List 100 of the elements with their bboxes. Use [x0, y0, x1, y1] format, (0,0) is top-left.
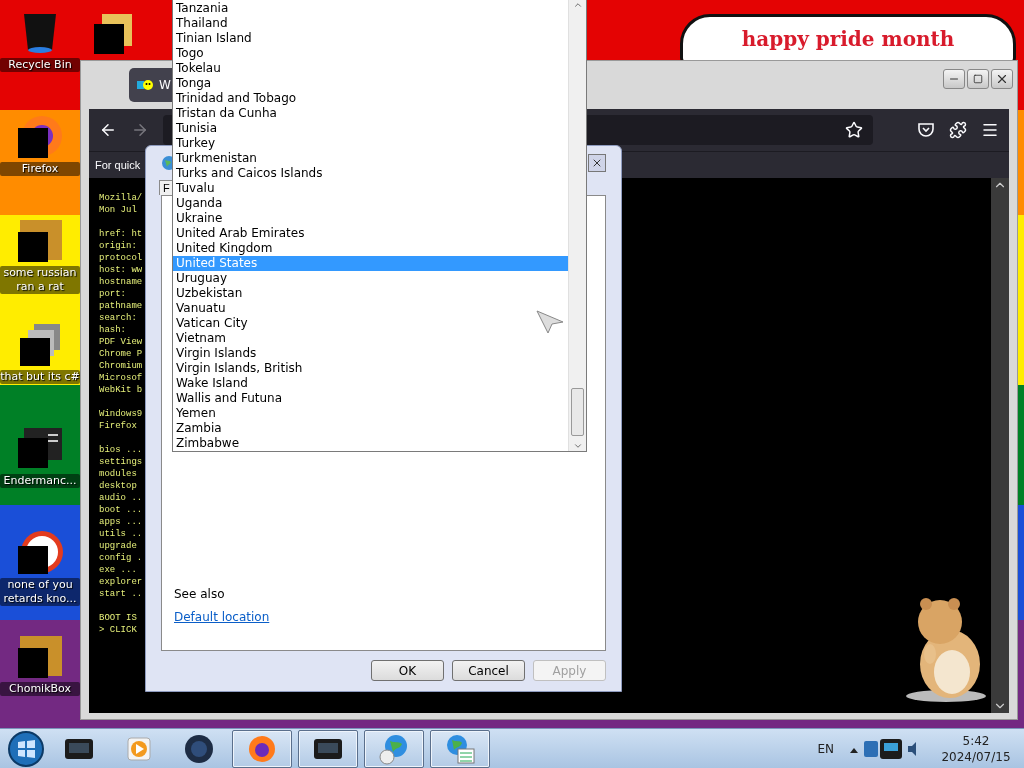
- terminal-line: audio ..: [99, 492, 143, 504]
- notification-text: For quick: [95, 159, 141, 171]
- scrollbar[interactable]: [991, 178, 1009, 713]
- terminal-line: pathname: [99, 300, 143, 312]
- scrollbar[interactable]: [568, 0, 586, 451]
- country-option[interactable]: Uganda: [173, 196, 568, 211]
- puzzle-icon[interactable]: [949, 121, 967, 139]
- terminal-line: protocol: [99, 252, 143, 264]
- terminal-line: apps ...: [99, 516, 143, 528]
- country-option[interactable]: Tristan da Cunha: [173, 106, 568, 121]
- dialog-button[interactable]: OK: [371, 660, 444, 681]
- terminal-line: WebKit b: [99, 384, 143, 396]
- terminal-line: BOOT IS: [99, 612, 138, 624]
- menu-icon[interactable]: [981, 121, 999, 139]
- terminal-line: Microsof: [99, 372, 143, 384]
- maximize-icon: [973, 74, 983, 84]
- taskbar-button[interactable]: [232, 729, 292, 768]
- monitor-icon: [64, 736, 94, 761]
- close-button[interactable]: [588, 154, 606, 172]
- see-also-label: See also: [174, 587, 226, 601]
- close-icon: [995, 72, 1009, 86]
- terminal-line: settings: [99, 456, 143, 468]
- taskbar-button[interactable]: [298, 729, 358, 768]
- country-option[interactable]: United Kingdom: [173, 241, 568, 256]
- terminal-line: hash:: [99, 324, 127, 336]
- country-option[interactable]: Tunisia: [173, 121, 568, 136]
- globe-checklist-icon: [444, 732, 476, 765]
- country-option[interactable]: Togo: [173, 46, 568, 61]
- country-option[interactable]: Tuvalu: [173, 181, 568, 196]
- terminal-line: explorer: [99, 576, 143, 588]
- terminal-line: Mon Jul: [99, 204, 138, 216]
- bookmark-star-icon[interactable]: [845, 121, 863, 139]
- country-option[interactable]: Tinian Island: [173, 31, 568, 46]
- terminal-line: port:: [99, 288, 127, 300]
- terminal-line: utils ..: [99, 528, 143, 540]
- country-option[interactable]: Tanzania: [173, 1, 568, 16]
- icon-label: Recycle Bin: [0, 58, 80, 72]
- icon-label: none of you retards kno...: [0, 578, 80, 606]
- country-option[interactable]: Turkey: [173, 136, 568, 151]
- terminal-line: modules: [99, 468, 138, 480]
- terminal-line: exe ...: [99, 564, 138, 576]
- maximize-button[interactable]: [967, 69, 989, 89]
- country-option[interactable]: Yemen: [173, 406, 568, 421]
- icon-label: Endermanc...: [0, 474, 80, 488]
- terminal-line: start ..: [99, 588, 143, 600]
- terminal-line: search:: [99, 312, 138, 324]
- cursor-icon: [536, 310, 564, 334]
- country-option[interactable]: Thailand: [173, 16, 568, 31]
- terminal-line: Chrome P: [99, 348, 143, 360]
- scroll-down-icon[interactable]: [572, 441, 583, 451]
- terminal-line: PDF View: [99, 336, 143, 348]
- globe-clock-icon: [378, 732, 410, 765]
- dialog-button[interactable]: Cancel: [452, 660, 525, 681]
- clock[interactable]: 5:42 2024/07/15: [936, 732, 1016, 765]
- country-option[interactable]: Virgin Islands: [173, 346, 568, 361]
- terminal-line: host: ww: [99, 264, 143, 276]
- terminal-line: hostname: [99, 276, 143, 288]
- country-option[interactable]: Vietnam: [173, 331, 568, 346]
- country-option[interactable]: Wake Island: [173, 376, 568, 391]
- country-option[interactable]: Uzbekistan: [173, 286, 568, 301]
- media-player-icon: [126, 735, 152, 762]
- terminal-line: > CLICK: [99, 624, 138, 636]
- terminal-line: Windows9: [99, 408, 143, 420]
- country-option[interactable]: Virgin Islands, British: [173, 361, 568, 376]
- terminal-line: upgrade: [99, 540, 138, 552]
- terminal-line: config .: [99, 552, 143, 564]
- country-option[interactable]: Vanuatu: [173, 301, 568, 316]
- terminal-line: origin:: [99, 240, 138, 252]
- country-option[interactable]: Wallis and Futuna: [173, 391, 568, 406]
- close-button[interactable]: [991, 69, 1013, 89]
- country-option[interactable]: Zimbabwe: [173, 436, 568, 451]
- icon-label: some russian ran a rat: [0, 266, 80, 294]
- minimize-button[interactable]: [943, 69, 965, 89]
- country-option[interactable]: Turkmenistan: [173, 151, 568, 166]
- back-icon[interactable]: [99, 121, 117, 139]
- terminal-line: boot ...: [99, 504, 143, 516]
- forward-icon[interactable]: [131, 121, 149, 139]
- terminal-line: desktop: [99, 480, 138, 492]
- country-option[interactable]: Vatican City: [173, 316, 568, 331]
- smiley-icon: [137, 78, 153, 92]
- monitor-icon: [313, 736, 343, 761]
- country-option[interactable]: Ukraine: [173, 211, 568, 226]
- start-orb-icon[interactable]: [6, 729, 46, 768]
- scroll-thumb[interactable]: [571, 388, 584, 436]
- default-location-link[interactable]: Default location: [174, 610, 270, 624]
- icon-label: that but its c#: [0, 370, 80, 384]
- sphere-icon: [184, 733, 214, 764]
- country-option[interactable]: United Arab Emirates: [173, 226, 568, 241]
- terminal-line: Firefox: [99, 420, 138, 432]
- close-icon: [591, 157, 603, 169]
- country-option[interactable]: Uruguay: [173, 271, 568, 286]
- terminal-line: href: ht: [99, 228, 143, 240]
- country-option[interactable]: Turks and Caicos Islands: [173, 166, 568, 181]
- terminal-line: Mozilla/: [99, 192, 143, 204]
- dialog-tab[interactable]: F: [159, 180, 174, 195]
- country-option[interactable]: Zambia: [173, 421, 568, 436]
- banner-text: happy pride month: [741, 27, 955, 51]
- language-indicator[interactable]: EN: [817, 741, 834, 756]
- icon-label: ChomikBox: [0, 682, 80, 696]
- terminal-line: Chromium: [99, 360, 143, 372]
